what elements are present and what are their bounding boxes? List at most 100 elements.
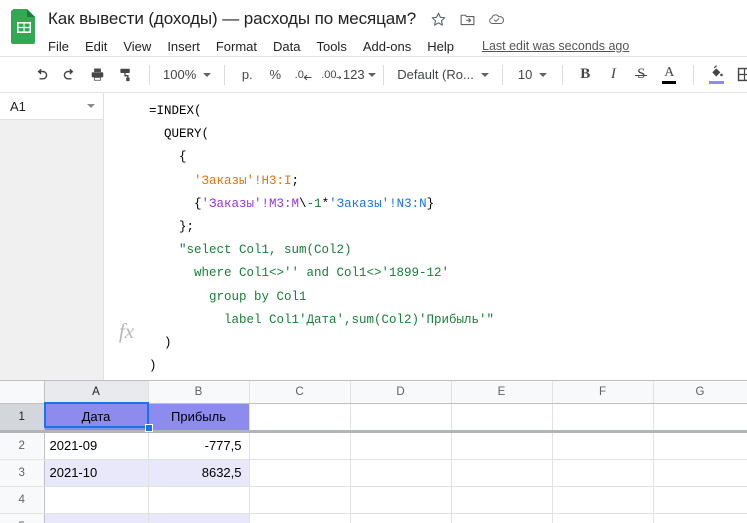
row-header-1[interactable]: 1	[0, 403, 45, 433]
formula-bar-area: A1 fx =INDEX( QUERY( { 'Заказы'!H3:I; {'…	[0, 92, 747, 380]
cell-G1[interactable]	[653, 403, 747, 433]
more-formats-button[interactable]: 123	[342, 62, 376, 88]
toolbar-divider-1	[149, 64, 150, 85]
toolbar-divider-4	[501, 64, 503, 85]
column-header-c[interactable]: C	[249, 381, 351, 404]
cell-G2[interactable]	[653, 431, 747, 460]
menu-item-edit[interactable]: Edit	[85, 39, 115, 54]
menu-item-format[interactable]: Format	[216, 39, 265, 54]
cell-E1[interactable]	[451, 403, 553, 433]
cell-C1[interactable]	[249, 403, 351, 433]
menu-item-insert[interactable]: Insert	[167, 39, 208, 54]
strikethrough-line	[635, 74, 648, 76]
menu-item-help[interactable]: Help	[427, 39, 462, 54]
menu-item-tools[interactable]: Tools	[316, 39, 354, 54]
cell-B2[interactable]: -777,5	[148, 431, 250, 460]
cell-D3[interactable]	[350, 459, 452, 487]
cell-C3[interactable]	[249, 459, 351, 487]
cell-A3[interactable]: 2021-10	[44, 459, 149, 487]
menu-item-file[interactable]: File	[48, 39, 77, 54]
chevron-down-icon	[480, 72, 489, 77]
cell-D1[interactable]	[350, 403, 452, 433]
formula-input[interactable]: =INDEX( QUERY( { 'Заказы'!H3:I; {'Заказы…	[149, 93, 747, 380]
name-box-column: A1	[0, 93, 104, 380]
row-header-3[interactable]: 3	[0, 459, 45, 487]
increase-decimal-button[interactable]: .00	[318, 62, 344, 88]
zoom-selector[interactable]: 100%	[159, 62, 215, 88]
undo-button[interactable]	[28, 62, 54, 88]
cell-A2[interactable]: 2021-09	[44, 431, 149, 460]
formula-token	[149, 243, 179, 257]
cell-D4[interactable]	[350, 486, 452, 514]
cell-G4[interactable]	[653, 486, 747, 514]
cloud-saved-icon[interactable]	[488, 11, 505, 28]
paint-format-button[interactable]	[112, 62, 138, 88]
formula-token	[149, 290, 209, 304]
menu-item-data[interactable]: Data	[273, 39, 308, 54]
menu-item-view[interactable]: View	[123, 39, 159, 54]
column-header-g[interactable]: G	[653, 381, 747, 404]
cell-D2[interactable]	[350, 431, 452, 460]
cell-A1[interactable]: Дата	[44, 403, 149, 433]
italic-button[interactable]: I	[600, 62, 626, 88]
fill-color-button[interactable]	[703, 62, 729, 88]
fill-color-swatch	[708, 81, 724, 84]
font-size-selector[interactable]: 10	[512, 62, 553, 88]
row-header-4[interactable]: 4	[0, 486, 45, 514]
column-header-a[interactable]: A	[44, 381, 149, 404]
table-row: 4	[0, 486, 747, 514]
spreadsheet-grid: ABCDEFG 1 Дата Прибыль 2 2021-09 -777,5 3 2021-…	[0, 380, 747, 523]
formula-line: where Col1<>'' and Col1<>'1899-12'	[149, 262, 741, 285]
name-box-filler	[0, 120, 103, 380]
name-box[interactable]: A1	[0, 93, 103, 120]
move-to-folder-icon[interactable]	[459, 11, 476, 28]
star-icon[interactable]	[430, 11, 447, 28]
column-header-f[interactable]: F	[552, 381, 654, 404]
last-edit-status[interactable]: Last edit was seconds ago	[482, 39, 629, 53]
bold-button[interactable]: B	[572, 62, 598, 88]
redo-button[interactable]	[56, 62, 82, 88]
borders-button[interactable]	[731, 62, 747, 88]
formula-token	[149, 174, 194, 188]
formula-line: )	[149, 355, 741, 378]
column-header-d[interactable]: D	[350, 381, 452, 404]
cell-E4[interactable]	[451, 486, 553, 514]
cell-B4[interactable]	[148, 486, 250, 514]
column-header-e[interactable]: E	[451, 381, 553, 404]
cell-E2[interactable]	[451, 431, 553, 460]
column-header-row: ABCDEFG	[0, 381, 747, 404]
decrease-decimal-button[interactable]: .0	[290, 62, 316, 88]
formula-token: group by Col1	[209, 289, 307, 304]
percent-format-button[interactable]: %	[262, 62, 288, 88]
cell-E3[interactable]	[451, 459, 553, 487]
formula-line: =INDEX(	[149, 100, 741, 123]
font-family-selector[interactable]: Default (Ro...	[393, 62, 493, 88]
table-row: 2 2021-09 -777,5	[0, 431, 747, 460]
cell-F4[interactable]	[552, 486, 654, 514]
menu-item-addons[interactable]: Add-ons	[363, 39, 419, 54]
text-color-button[interactable]: A	[656, 62, 682, 88]
cell-A4[interactable]	[44, 486, 149, 514]
formula-token: ;	[291, 173, 300, 188]
cell-F3[interactable]	[552, 459, 654, 487]
cell-C4[interactable]	[249, 486, 351, 514]
cell-C2[interactable]	[249, 431, 351, 460]
formula-token: {	[149, 196, 202, 211]
cell-G3[interactable]	[653, 459, 747, 487]
cell-B3[interactable]: 8632,5	[148, 459, 250, 487]
cell-F1[interactable]	[552, 403, 654, 433]
row-header-2[interactable]: 2	[0, 431, 45, 460]
select-all-corner[interactable]	[0, 381, 45, 404]
formula-token	[149, 266, 194, 280]
column-header-b[interactable]: B	[148, 381, 250, 404]
page-title[interactable]: Как вывести (доходы) — расходы по месяца…	[48, 9, 416, 29]
print-button[interactable]	[84, 62, 110, 88]
cell-F2[interactable]	[552, 431, 654, 460]
strikethrough-button[interactable]: S	[628, 62, 654, 88]
more-formats-label: 123	[342, 67, 365, 82]
currency-format-button[interactable]: p.	[234, 62, 260, 88]
formula-token: 'Заказы'!M3:M	[201, 196, 300, 211]
formula-token: )	[149, 359, 157, 374]
document-title-row: Как вывести (доходы) — расходы по месяца…	[48, 6, 747, 32]
cell-B1[interactable]: Прибыль	[148, 403, 250, 433]
